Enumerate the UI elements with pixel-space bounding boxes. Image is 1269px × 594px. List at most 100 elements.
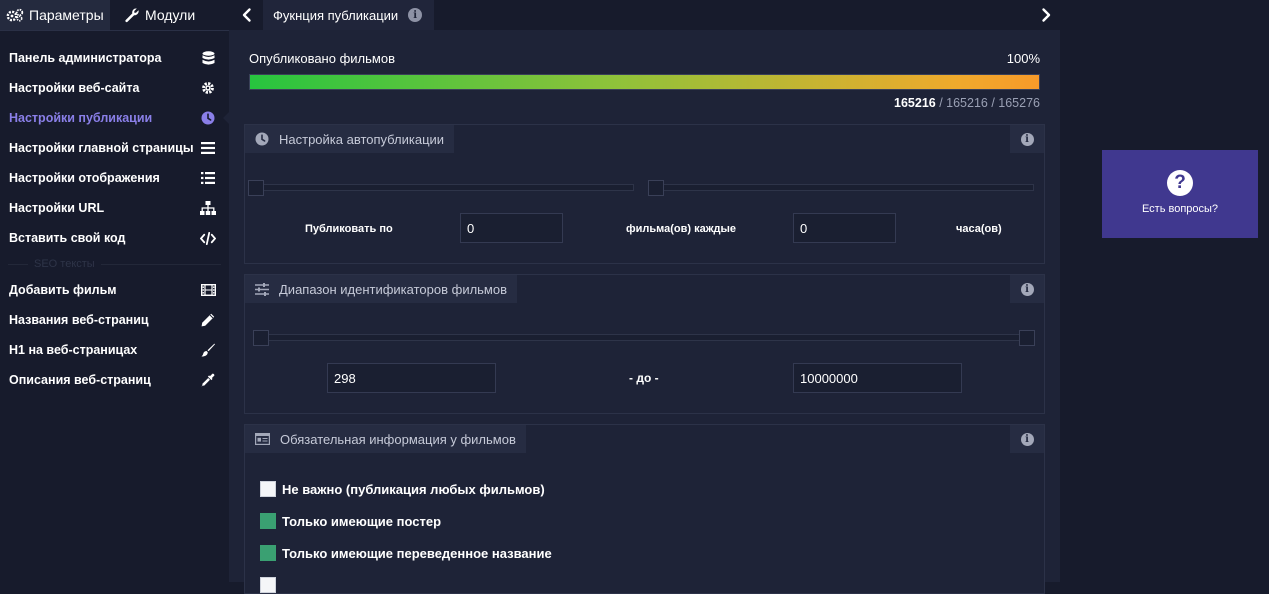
help-widget[interactable]: ? Есть вопросы? [1102, 150, 1258, 238]
id-range-max-handle[interactable] [1019, 330, 1035, 346]
sidebar-item-label: Панель администратора [9, 51, 162, 65]
checkbox[interactable] [260, 481, 276, 497]
tab-parameters-label: Параметры [29, 7, 104, 23]
panel-title: Обязательная информация у фильмов [245, 425, 526, 453]
option-partial[interactable] [260, 577, 282, 593]
main-content: Фукнция публикации i Опубликовано фильмо… [229, 0, 1060, 594]
hours-slider[interactable] [655, 184, 1034, 191]
published-progress-bar [249, 74, 1040, 90]
autopublish-panel: Настройка автопубликации i Публиковать п… [244, 124, 1045, 264]
page-title: Фукнция публикации [273, 7, 399, 23]
total-counts: / 165216 / 165276 [935, 96, 1040, 110]
panel-header: Обязательная информация у фильмов i [245, 425, 1044, 453]
option-label: Только имеющие переведенное название [282, 545, 552, 561]
sidebar: Параметры Модули Панель администратора Н… [0, 0, 230, 582]
clock-icon [255, 132, 269, 146]
gears-icon [6, 8, 24, 22]
option-any-films[interactable]: Не важно (публикация любых фильмов) [260, 481, 545, 497]
sidebar-item-label: Настройки веб-сайта [9, 81, 140, 95]
sidebar-item-url-settings[interactable]: Настройки URL [0, 193, 229, 223]
hours-label: часа(ов) [956, 223, 1002, 235]
sidebar-item-homepage-settings[interactable]: Настройки главной страницы [0, 133, 229, 163]
checkbox[interactable] [260, 545, 276, 561]
database-icon [200, 50, 216, 66]
hours-input[interactable] [793, 213, 896, 243]
sidebar-item-label: H1 на веб-страницах [9, 343, 138, 357]
panel-header: Настройка автопубликации i [245, 125, 1044, 153]
sidebar-item-label: Настройки отображения [9, 171, 160, 185]
main-header: Фукнция публикации i [229, 0, 1060, 30]
option-with-translated-title[interactable]: Только имеющие переведенное название [260, 545, 552, 561]
every-label: фильма(ов) каждые [626, 223, 737, 235]
info-icon: i [1020, 282, 1034, 296]
page-title-box: Фукнция публикации i [263, 0, 435, 30]
sliders-icon [255, 282, 269, 296]
question-icon: ? [1167, 170, 1193, 196]
panel-title-text: Настройка автопубликации [279, 131, 445, 147]
publish-by-label: Публиковать по [305, 223, 393, 235]
sidebar-item-publication-settings[interactable]: Настройки публикации [0, 103, 230, 133]
brush-icon [200, 342, 216, 358]
sidebar-item-label: Настройки главной страницы [9, 141, 194, 155]
separator-label: SEO тексты [28, 258, 101, 270]
option-label: Не важно (публикация любых фильмов) [282, 481, 545, 497]
panel-info-button[interactable]: i [1010, 425, 1044, 453]
film-icon [200, 282, 216, 298]
panel-title-text: Диапазон идентификаторов фильмов [279, 281, 508, 297]
films-slider[interactable] [255, 184, 634, 191]
films-slider-handle[interactable] [248, 180, 264, 196]
id-range-panel: Диапазон идентификаторов фильмов i - до … [244, 274, 1045, 414]
tab-parameters[interactable]: Параметры [0, 0, 110, 30]
sidebar-item-display-settings[interactable]: Настройки отображения [0, 163, 229, 193]
sidebar-item-h1-pages[interactable]: H1 на веб-страницах [0, 335, 229, 365]
info-icon[interactable]: i [408, 8, 423, 22]
progress-fill [250, 75, 1039, 89]
published-header: Опубликовано фильмов 100% [249, 51, 1040, 66]
wrench-icon [125, 8, 139, 23]
sidebar-item-page-titles[interactable]: Названия веб-страниц [0, 305, 229, 335]
to-label: - до - [629, 371, 659, 385]
checkbox[interactable] [260, 513, 276, 529]
sidebar-item-page-descriptions[interactable]: Описания веб-страниц [0, 365, 229, 395]
pencil-icon [200, 312, 216, 328]
sidebar-item-admin-panel[interactable]: Панель администратора [0, 43, 229, 73]
panel-info-button[interactable]: i [1010, 125, 1044, 153]
id-range-slider[interactable] [255, 334, 1035, 341]
bars-icon [200, 140, 216, 156]
checkbox[interactable] [260, 577, 276, 593]
code-icon [200, 230, 216, 246]
chevron-left-icon[interactable] [239, 7, 255, 23]
sidebar-menu: Панель администратора Настройки веб-сайт… [0, 43, 230, 395]
info-icon: i [1020, 132, 1034, 146]
list-icon [200, 170, 216, 186]
eyedropper-icon [200, 372, 216, 388]
id-from-input[interactable] [327, 363, 496, 393]
tab-modules[interactable]: Модули [110, 0, 229, 30]
published-label: Опубликовано фильмов [249, 51, 395, 66]
sidebar-item-label: Добавить фильм [9, 283, 117, 297]
clock-icon [200, 110, 216, 126]
id-to-input[interactable] [793, 363, 962, 393]
published-counts: 165216 / 165216 / 165276 [894, 96, 1040, 110]
panel-title: Настройка автопубликации [245, 125, 455, 153]
published-percent: 100% [1006, 51, 1040, 66]
published-count: 165216 [894, 96, 936, 110]
panel-header: Диапазон идентификаторов фильмов i [245, 275, 1044, 303]
sidebar-item-website-settings[interactable]: Настройки веб-сайта [0, 73, 229, 103]
panel-title: Диапазон идентификаторов фильмов [245, 275, 518, 303]
id-card-icon [255, 433, 270, 445]
id-range-min-handle[interactable] [253, 330, 269, 346]
sidebar-item-add-film[interactable]: Добавить фильм [0, 275, 229, 305]
hours-slider-handle[interactable] [648, 180, 664, 196]
tab-modules-label: Модули [145, 7, 196, 23]
chevron-right-icon[interactable] [1038, 7, 1054, 23]
sidebar-item-label: Настройки публикации [9, 111, 153, 125]
panel-info-button[interactable]: i [1010, 275, 1044, 303]
sidebar-item-label: Описания веб-страниц [9, 373, 151, 387]
sidebar-item-label: Названия веб-страниц [9, 313, 149, 327]
sidebar-item-insert-code[interactable]: Вставить свой код [0, 223, 229, 253]
required-info-panel: Обязательная информация у фильмов i Не в… [244, 424, 1045, 594]
help-label: Есть вопросы? [1141, 203, 1219, 215]
option-with-poster[interactable]: Только имеющие постер [260, 513, 441, 529]
films-count-input[interactable] [460, 213, 563, 243]
